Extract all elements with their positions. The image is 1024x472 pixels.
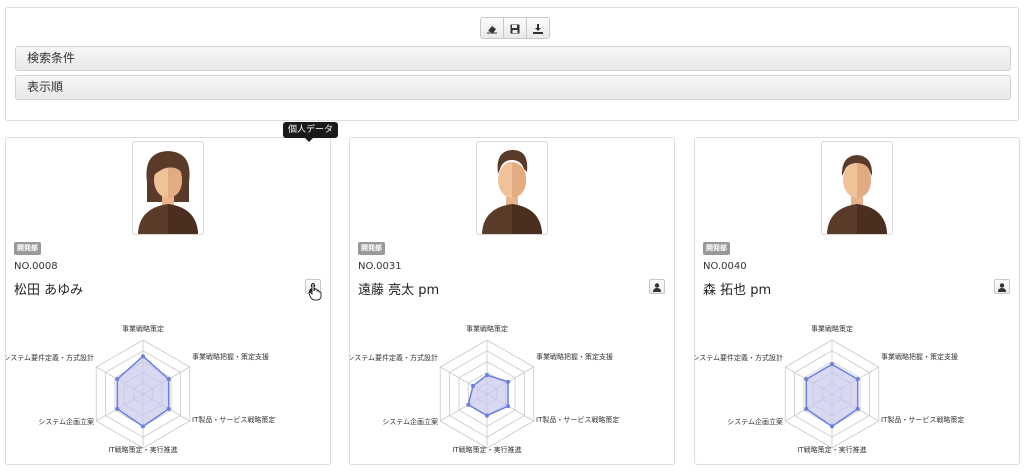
- department-badge: 開発部: [14, 242, 41, 255]
- radar-axis-label: 事業戦略策定: [122, 324, 164, 333]
- eraser-icon: [487, 19, 497, 38]
- radar-point: [804, 406, 809, 411]
- avatar: [132, 141, 204, 235]
- clear-button[interactable]: [480, 17, 504, 39]
- personal-data-button[interactable]: [649, 279, 665, 294]
- radar-point: [855, 377, 860, 382]
- radar-point: [485, 373, 489, 378]
- radar-series-area: [467, 374, 509, 417]
- radar-axis-label: システム企画立案: [382, 417, 438, 426]
- employee-name: 松田 あゆみ: [14, 283, 84, 298]
- employee-number: NO.0008: [14, 261, 58, 272]
- hand-cursor-icon: [308, 283, 322, 301]
- toolbar: [480, 17, 550, 39]
- radar-axis-label: IT製品・サービス戦略策定: [536, 415, 619, 424]
- user-icon: [653, 277, 661, 296]
- employee-name: 遠藤 亮太 pm: [358, 283, 440, 298]
- skill-radar-chart: 事業戦略策定事業戦略把握・策定支援 IT製品・サービス戦略策定 IT戦略策定・実行推…: [695, 324, 964, 454]
- radar-axis-label: システム企画立案: [38, 417, 94, 426]
- employee-card: 開発部 NO.0031 遠藤 亮太 pm 事業戦略策定事業戦略把握・策定支援 IT…: [349, 137, 675, 465]
- radar-point: [855, 406, 860, 411]
- radar-axis-label: IT戦略策定・実行推進: [452, 445, 521, 454]
- save-icon: [510, 19, 520, 38]
- radar-point: [485, 413, 489, 418]
- radar-axis-label: 事業戦略把握・策定支援: [881, 352, 958, 361]
- radar-point: [141, 424, 145, 429]
- radar-point: [506, 379, 511, 384]
- radar-point: [115, 377, 120, 382]
- radar-point: [466, 402, 471, 407]
- employee-name: 森 拓也 pm: [703, 283, 772, 298]
- avatar: [476, 141, 548, 235]
- radar-axis-label: IT製品・サービス戦略策定: [881, 415, 964, 424]
- radar-axis-label: 事業戦略策定: [466, 324, 508, 333]
- employee-number: NO.0031: [358, 261, 402, 272]
- employee-card: 開発部 NO.0040 森 拓也 pm 事業戦略策定事業戦略把握・策定支援 IT製…: [694, 137, 1020, 465]
- avatar: [821, 141, 893, 235]
- radar-point: [506, 404, 511, 409]
- radar-series-area: [805, 363, 859, 428]
- search-conditions-header[interactable]: 検索条件: [15, 46, 1011, 71]
- department-badge: 開発部: [703, 242, 730, 255]
- skill-radar-chart: 事業戦略策定事業戦略把握・策定支援 IT製品・サービス戦略策定 IT戦略策定・実行推…: [6, 324, 275, 454]
- skill-radar-chart: 事業戦略策定事業戦略把握・策定支援 IT製品・サービス戦略策定 IT戦略策定・実行推…: [350, 324, 619, 454]
- radar-axis-label: 事業戦略策定: [811, 324, 853, 333]
- save-button[interactable]: [503, 17, 527, 39]
- personal-data-button[interactable]: [994, 279, 1010, 294]
- search-panel: 検索条件 表示順: [5, 7, 1019, 121]
- employee-number: NO.0040: [703, 261, 747, 272]
- radar-axis-label: システム要件定義・方式設計: [695, 353, 783, 362]
- radar-point: [141, 354, 145, 359]
- radar-axis-label: IT製品・サービス戦略策定: [192, 415, 275, 424]
- radar-point: [166, 377, 171, 382]
- radar-axis-label: システム企画立案: [727, 417, 783, 426]
- radar-point: [830, 424, 834, 429]
- radar-axis-label: IT戦略策定・実行推進: [797, 445, 866, 454]
- display-order-header[interactable]: 表示順: [15, 75, 1011, 100]
- radar-point: [830, 362, 834, 367]
- department-badge: 開発部: [358, 242, 385, 255]
- radar-point: [470, 383, 475, 388]
- tooltip: 個人データ: [283, 122, 339, 142]
- radar-axis-label: IT戦略策定・実行推進: [108, 445, 177, 454]
- radar-axis-label: 事業戦略把握・策定支援: [536, 352, 613, 361]
- radar-axis-label: システム要件定義・方式設計: [350, 353, 438, 362]
- employee-card: 開発部 NO.0008 松田 あゆみ 事業戦略策定事業戦略把握・策定支援 IT製品…: [5, 137, 331, 465]
- radar-point: [115, 406, 120, 411]
- download-button[interactable]: [526, 17, 550, 39]
- radar-point: [166, 406, 171, 411]
- radar-axis-label: システム要件定義・方式設計: [6, 353, 94, 362]
- download-icon: [533, 19, 543, 38]
- radar-axis-label: 事業戦略把握・策定支援: [192, 352, 269, 361]
- user-icon: [998, 277, 1006, 296]
- radar-point: [804, 377, 809, 382]
